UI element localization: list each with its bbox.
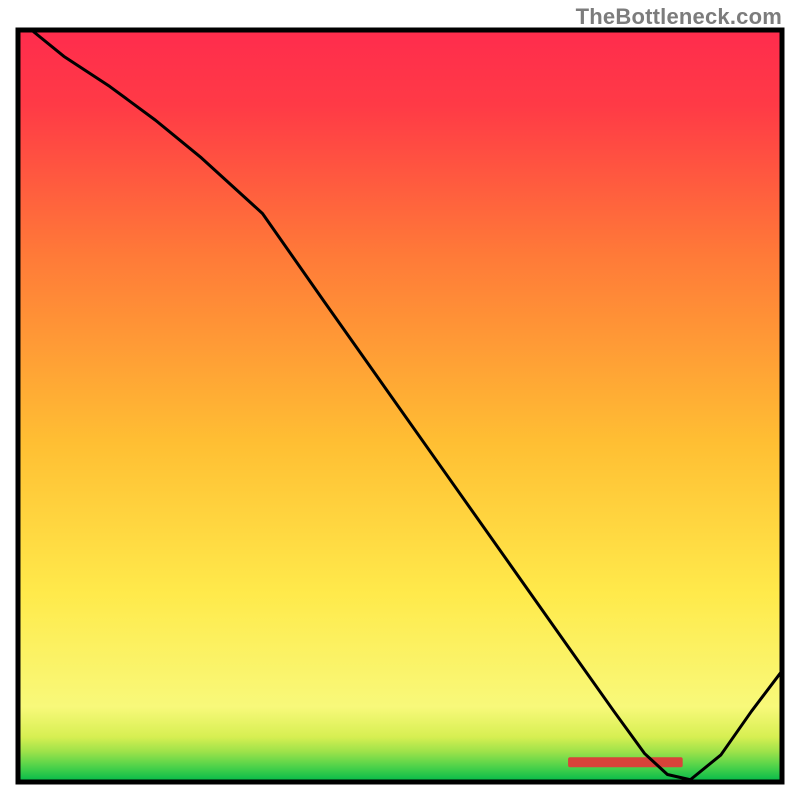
chart-container: TheBottleneck.com	[0, 0, 800, 800]
bottleneck-chart	[0, 0, 800, 800]
optimal-band-marker	[568, 757, 683, 767]
gradient-background	[18, 30, 782, 782]
